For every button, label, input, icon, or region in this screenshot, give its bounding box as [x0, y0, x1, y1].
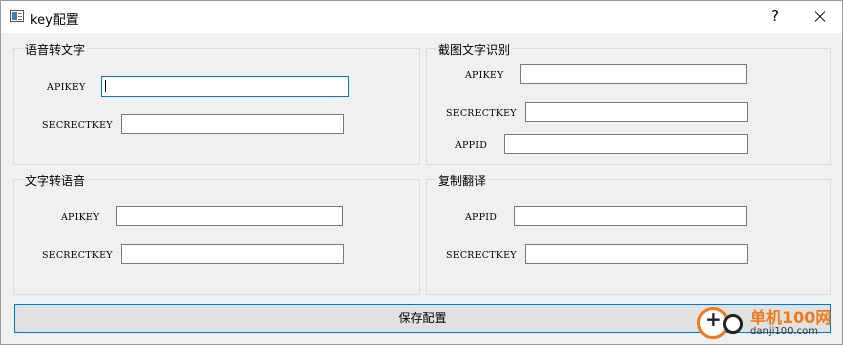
group-title-speech-to-text: 语音转文字	[23, 41, 88, 58]
ocr-appid-input[interactable]	[504, 134, 748, 154]
close-icon[interactable]	[796, 1, 842, 32]
secretkey-label: SECRECTKEY	[446, 250, 517, 261]
watermark-logo: 单机100网 danji100.com	[694, 301, 842, 345]
title-bar: key配置 ?	[1, 1, 842, 33]
ocr-secretkey-input[interactable]	[525, 102, 748, 122]
appid-label: APPID	[455, 140, 488, 151]
apikey-label: APIKEY	[61, 212, 100, 223]
secretkey-label: SECRECTKEY	[446, 108, 517, 119]
translate-secretkey-input[interactable]	[525, 244, 748, 264]
key-config-window: key配置 ? 语音转文字 APIKEY SECRECTKEY 截图文字识别 A…	[0, 0, 843, 345]
apikey-label: APIKEY	[465, 70, 504, 81]
watermark-ring-icon	[723, 314, 743, 334]
app-icon	[10, 10, 24, 22]
watermark-url: danji100.com	[750, 326, 818, 337]
group-title-screenshot-ocr: 截图文字识别	[436, 41, 513, 58]
group-text-to-speech: 文字转语音 APIKEY SECRECTKEY	[13, 172, 420, 295]
help-button[interactable]: ?	[755, 1, 795, 32]
text-caret	[105, 80, 106, 92]
speech-secretkey-input[interactable]	[121, 114, 344, 134]
speech-apikey-input[interactable]	[101, 76, 349, 97]
tts-secretkey-input[interactable]	[121, 244, 344, 264]
tts-apikey-input[interactable]	[116, 206, 343, 226]
secretkey-label: SECRECTKEY	[42, 120, 113, 131]
appid-label: APPID	[465, 212, 498, 223]
ocr-apikey-input[interactable]	[520, 64, 747, 84]
watermark-name: 单机100网	[750, 308, 832, 327]
secretkey-label: SECRECTKEY	[42, 250, 113, 261]
group-title-text-to-speech: 文字转语音	[23, 172, 88, 189]
group-title-copy-translate: 复制翻译	[436, 172, 489, 189]
group-speech-to-text: 语音转文字 APIKEY SECRECTKEY	[13, 41, 420, 165]
translate-appid-input[interactable]	[514, 206, 747, 226]
group-copy-translate: 复制翻译 APPID SECRECTKEY	[426, 172, 831, 295]
apikey-label: APIKEY	[47, 82, 86, 93]
group-screenshot-ocr: 截图文字识别 APIKEY SECRECTKEY APPID	[426, 41, 831, 165]
window-title: key配置	[30, 13, 79, 28]
